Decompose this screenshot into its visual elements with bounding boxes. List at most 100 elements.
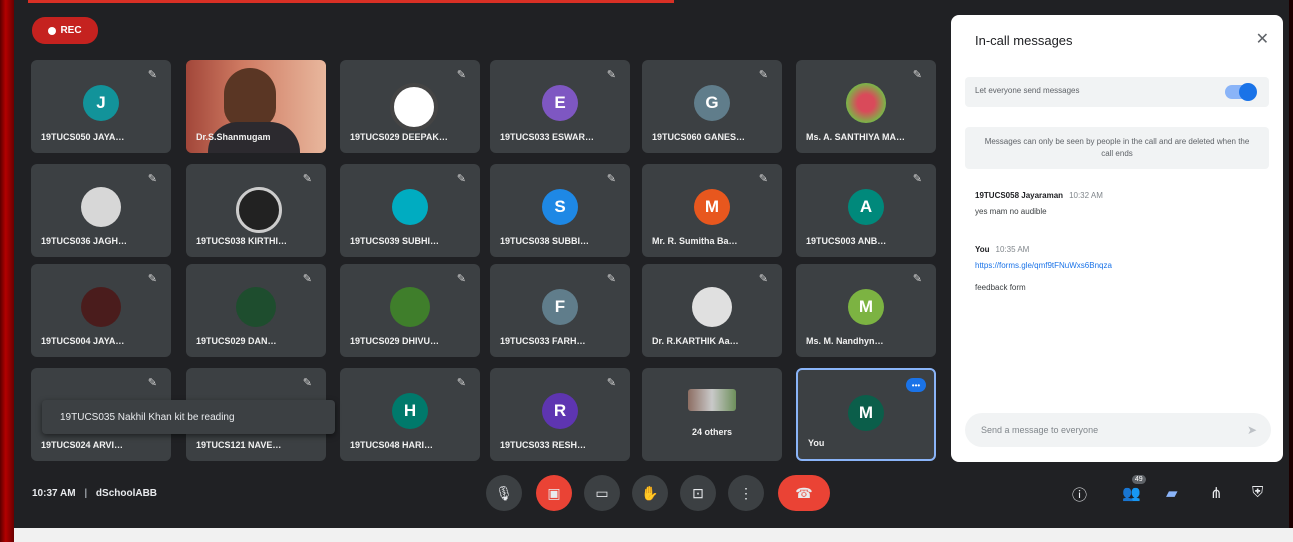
participant-name: 19TUCS048 HARI… [350, 440, 434, 450]
participant-avatar: J [83, 85, 119, 121]
hang-up-icon: ☎ [795, 484, 813, 501]
mic-muted-icon: ✎ [606, 173, 616, 185]
participant-name: 19TUCS003 ANB… [806, 236, 887, 246]
participant-tile[interactable]: ✎ 19TUCS029 DAN… [186, 264, 326, 357]
present-button[interactable]: ⊡ [680, 475, 716, 511]
others-tile[interactable]: 24 others [642, 368, 782, 461]
mic-muted-icon: ✎ [758, 273, 768, 285]
close-icon[interactable]: ✕ [1256, 29, 1269, 49]
participant-tile[interactable]: ✎ S 19TUCS038 SUBBI… [490, 164, 630, 257]
meet-stage: REC ✎ J 19TUCS050 JAYA… Dr.S.Shanmugam ✎… [14, 0, 1289, 528]
participant-tile[interactable]: ✎ G 19TUCS060 GANES… [642, 60, 782, 153]
caption-toast: 19TUCS035 Nakhil Khan kit be reading [42, 400, 335, 434]
camera-off-button[interactable]: ▣ [536, 475, 572, 511]
mic-muted-icon: ✎ [147, 273, 157, 285]
participant-tile[interactable]: ✎ Dr. R.KARTHIK Aa… [642, 264, 782, 357]
participant-name: Ms. A. SANTHIYA MA… [806, 132, 906, 142]
profile-photo [236, 287, 276, 327]
recording-indicator: REC [32, 17, 98, 44]
mic-muted-icon: ✎ [147, 173, 157, 185]
participant-name: Ms. M. Nandhyn… [806, 336, 884, 346]
chat-message-header: 19TUCS058 Jayaraman 10:32 AM [975, 191, 1103, 200]
participant-video-tile[interactable]: Dr.S.Shanmugam [186, 60, 326, 153]
let-everyone-send-toggle[interactable] [1225, 83, 1257, 101]
participant-name: 19TUCS121 NAVE… [196, 440, 282, 450]
host-controls-icon[interactable]: ⛨ [1252, 484, 1263, 501]
participant-name: Dr. R.KARTHIK Aa… [652, 336, 739, 346]
mic-muted-icon: ✎ [758, 69, 768, 81]
let-everyone-send-row: Let everyone send messages [965, 77, 1269, 107]
participant-tile[interactable]: ✎ E 19TUCS033 ESWAR… [490, 60, 630, 153]
mic-button[interactable]: 🎙 [486, 475, 522, 511]
self-tile[interactable]: ••• M You [796, 368, 936, 461]
participant-tile[interactable]: ✎ A 19TUCS003 ANB… [796, 164, 936, 257]
mic-muted-icon: ✎ [302, 173, 312, 185]
chat-icon[interactable]: ▰ [1166, 484, 1178, 502]
participant-tile[interactable]: ✎ 19TUCS036 JAGH… [31, 164, 171, 257]
participant-tile[interactable]: ✎ F 19TUCS033 FARH… [490, 264, 630, 357]
participant-avatar: A [848, 189, 884, 225]
participant-avatar: H [392, 393, 428, 429]
participant-avatar: M [848, 289, 884, 325]
more-options-icon[interactable]: ••• [906, 378, 926, 392]
message-time: 10:35 AM [995, 245, 1030, 254]
captions-icon: ▭ [595, 484, 609, 501]
mic-muted-icon: ✎ [456, 173, 466, 185]
participant-name: Dr.S.Shanmugam [196, 132, 271, 142]
participant-tile[interactable]: ✎ 19TUCS004 JAYA… [31, 264, 171, 357]
participant-count-badge: 49 [1131, 475, 1146, 484]
mic-icon: 🎙 [495, 484, 513, 501]
participant-name: Mr. R. Sumitha Ba… [652, 236, 738, 246]
participant-avatar [392, 189, 428, 225]
participant-tile[interactable]: ✎ J 19TUCS050 JAYA… [31, 60, 171, 153]
message-input-placeholder: Send a message to everyone [981, 425, 1099, 435]
participant-tile[interactable]: ✎ H 19TUCS048 HARI… [340, 368, 480, 461]
participant-tile[interactable]: ✎ 19TUCS029 DHIVU… [340, 264, 480, 357]
info-icon[interactable]: ⓘ [1072, 484, 1087, 505]
messages-notice: Messages can only be seen by people in t… [965, 127, 1269, 169]
participant-name: 19TUCS033 FARH… [500, 336, 586, 346]
participant-name: 19TUCS029 DEEPAK… [350, 132, 448, 142]
participant-avatar: M [694, 189, 730, 225]
mic-muted-icon: ✎ [456, 377, 466, 389]
mic-muted-icon: ✎ [606, 273, 616, 285]
message-link[interactable]: https://forms.gle/qmf9tFNuWxs6Bnqza [975, 261, 1112, 270]
captions-button[interactable]: ▭ [584, 475, 620, 511]
participant-face [224, 68, 276, 128]
participant-name: You [808, 438, 825, 448]
leave-call-button[interactable]: ☎ [778, 475, 830, 511]
people-icon[interactable]: 👥 49 [1122, 475, 1146, 502]
participant-avatar: R [542, 393, 578, 429]
present-icon: ⊡ [692, 484, 704, 501]
participant-tile[interactable]: ✎ 19TUCS038 KIRTHI… [186, 164, 326, 257]
participant-tile[interactable]: ✎ M Mr. R. Sumitha Ba… [642, 164, 782, 257]
raise-hand-button[interactable]: ✋ [632, 475, 668, 511]
activities-icon[interactable]: ⋔ [1210, 484, 1223, 502]
more-options-button[interactable]: ⋮ [728, 475, 764, 511]
participant-avatar: G [694, 85, 730, 121]
message-time: 10:32 AM [1069, 191, 1103, 200]
record-dot-icon [48, 26, 57, 35]
participant-name: 19TUCS050 JAYA… [41, 132, 125, 142]
desktop-red-background [0, 0, 14, 542]
message-input[interactable]: Send a message to everyone ➤ [965, 413, 1271, 447]
participant-avatar: S [542, 189, 578, 225]
participant-avatar: F [542, 289, 578, 325]
message-link-row: https://forms.gle/qmf9tFNuWxs6Bnqza [975, 261, 1112, 270]
profile-photo [236, 187, 282, 233]
message-text: yes mam no audible [975, 207, 1047, 216]
mic-muted-icon: ✎ [456, 69, 466, 81]
participant-tile[interactable]: ✎ Ms. A. SANTHIYA MA… [796, 60, 936, 153]
participant-tile[interactable]: ✎ 19TUCS029 DEEPAK… [340, 60, 480, 153]
participant-name: 19TUCS004 JAYA… [41, 336, 125, 346]
meeting-code: dSchoolABB [95, 488, 158, 499]
profile-photo [81, 287, 121, 327]
participant-tile[interactable]: ✎ M Ms. M. Nandhyn… [796, 264, 936, 357]
participant-tile[interactable]: ✎ R 19TUCS033 RESH… [490, 368, 630, 461]
send-icon[interactable]: ➤ [1247, 423, 1257, 437]
mic-muted-icon: ✎ [606, 69, 616, 81]
others-count: 24 others [691, 427, 733, 437]
others-photos [688, 389, 736, 411]
profile-photo [81, 187, 121, 227]
participant-tile[interactable]: ✎ 19TUCS039 SUBHI… [340, 164, 480, 257]
